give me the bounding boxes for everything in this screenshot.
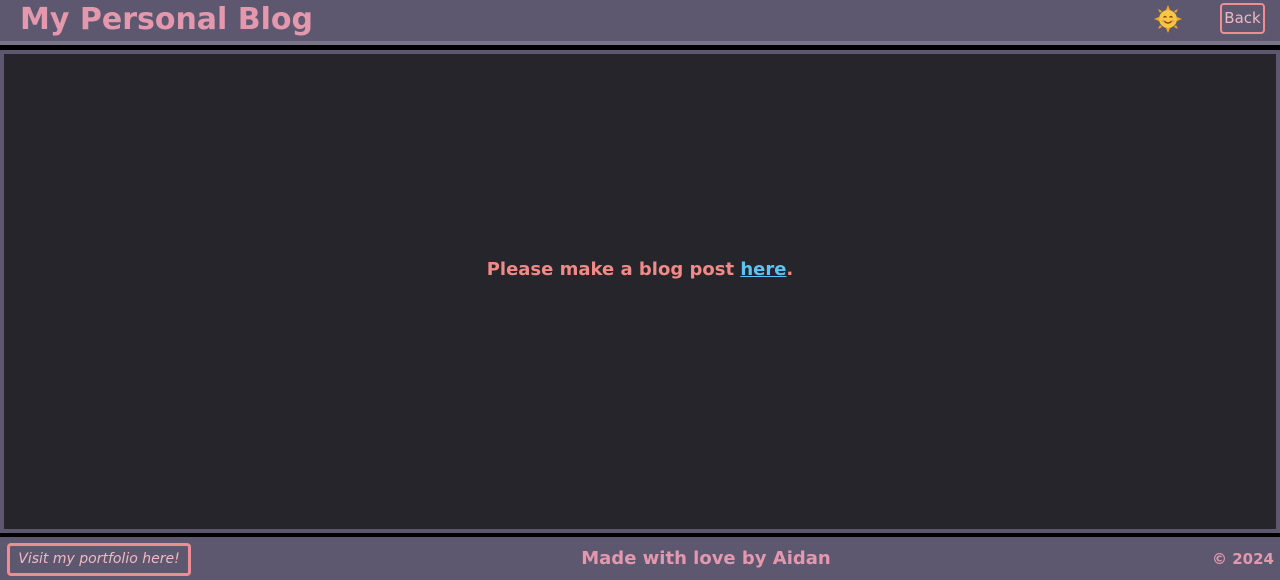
create-post-link[interactable]: here (740, 259, 786, 280)
empty-state-message: Please make a blog post here. (4, 259, 1276, 280)
back-button[interactable]: Back (1220, 3, 1265, 34)
empty-state-text: Please make a blog post (486, 259, 741, 280)
header-divider (0, 41, 1280, 45)
footer: Visit my portfolio here! Made with love … (0, 537, 1280, 580)
header: My Personal Blog Back (0, 0, 1280, 41)
footer-copyright: © 2024 (1212, 550, 1274, 568)
empty-state-punctuation: . (786, 259, 794, 280)
page-title: My Personal Blog (20, 2, 314, 37)
footer-credit: Made with love by Aidan (581, 548, 831, 569)
main-content: Please make a blog post here. (0, 50, 1280, 533)
sun-face-icon[interactable] (1153, 4, 1183, 34)
